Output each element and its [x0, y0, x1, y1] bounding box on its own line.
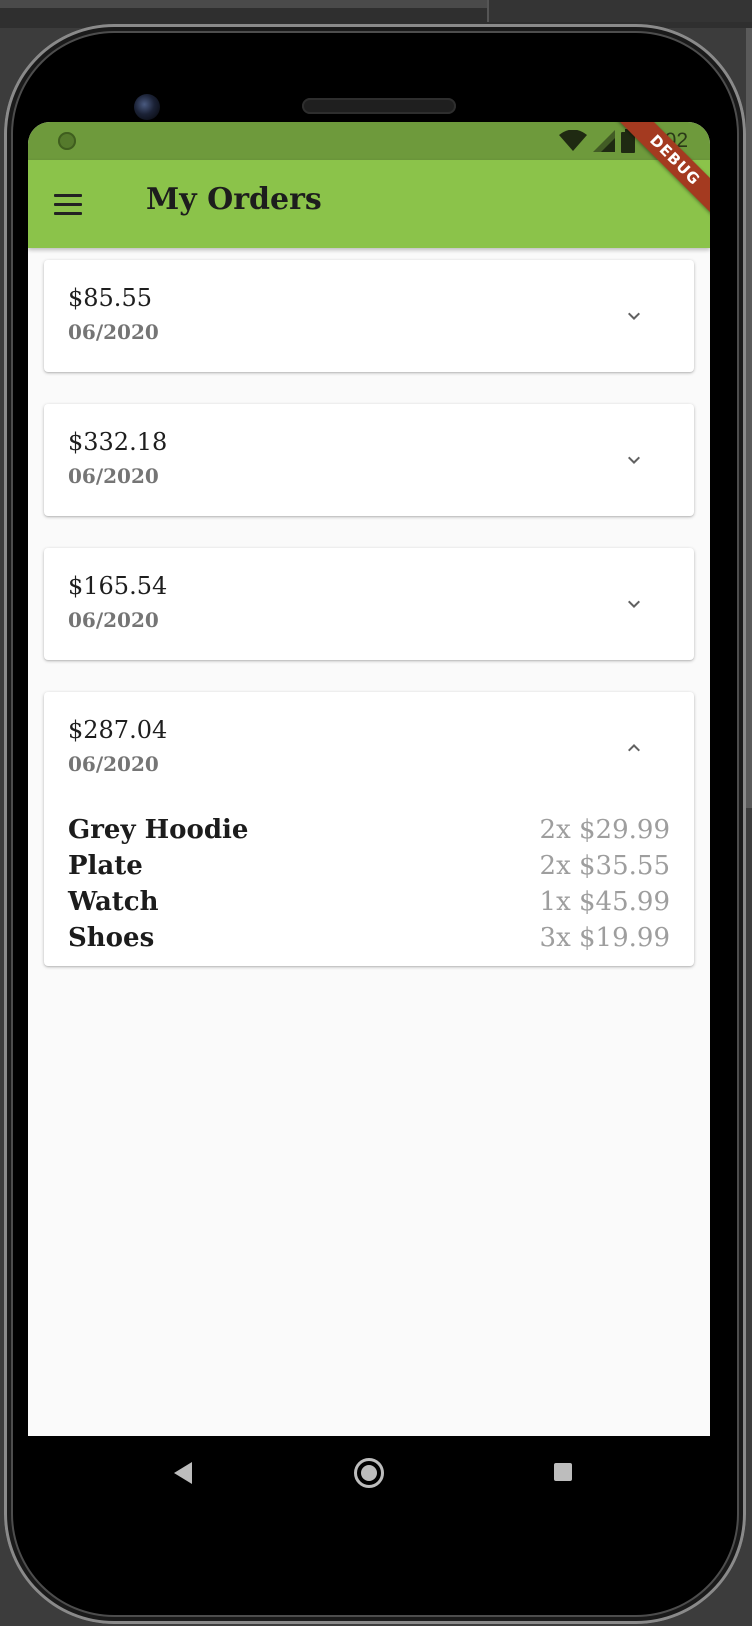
order-card: $332.18 06/2020 — [44, 404, 694, 516]
chevron-down-icon[interactable] — [622, 592, 646, 616]
recents-square-icon[interactable] — [554, 1463, 572, 1481]
order-header[interactable]: $287.04 06/2020 — [44, 692, 694, 804]
item-name: Grey Hoodie — [68, 815, 249, 845]
app-screen: 7:02 My Orders DEBUG $85.55 06/2020 $332… — [28, 122, 710, 1510]
order-date: 06/2020 — [68, 464, 159, 488]
order-date: 06/2020 — [68, 608, 159, 632]
earpiece-speaker — [302, 98, 456, 114]
cell-signal-icon — [593, 130, 616, 152]
back-triangle-icon[interactable] — [174, 1462, 192, 1484]
page-title: My Orders — [146, 182, 322, 217]
order-header[interactable]: $332.18 06/2020 — [44, 404, 694, 516]
status-bar: 7:02 — [28, 122, 710, 160]
order-card: $85.55 06/2020 — [44, 260, 694, 372]
orders-list: $85.55 06/2020 $332.18 06/2020 $165.54 0… — [44, 260, 694, 998]
order-items-list: Grey Hoodie 2x $29.99 Plate 2x $35.55 Wa… — [44, 804, 694, 966]
order-amount: $332.18 — [68, 428, 168, 456]
desktop-panel-right — [487, 0, 752, 22]
list-item: Watch 1x $45.99 — [68, 884, 670, 920]
order-date: 06/2020 — [68, 752, 159, 776]
chevron-up-icon[interactable] — [622, 736, 646, 760]
order-amount: $85.55 — [68, 284, 152, 312]
notification-dot-icon — [58, 132, 76, 150]
desktop-side-strip — [746, 28, 752, 808]
system-navigation-bar — [28, 1436, 710, 1510]
order-amount: $287.04 — [68, 716, 168, 744]
item-name: Watch — [68, 887, 159, 917]
item-quantity-price: 1x $45.99 — [539, 887, 670, 917]
chevron-down-icon[interactable] — [622, 304, 646, 328]
order-amount: $165.54 — [68, 572, 168, 600]
order-card: $165.54 06/2020 — [44, 548, 694, 660]
item-name: Plate — [68, 851, 143, 881]
list-item: Shoes 3x $19.99 — [68, 920, 670, 956]
list-item: Grey Hoodie 2x $29.99 — [68, 812, 670, 848]
home-circle-icon[interactable] — [354, 1458, 384, 1488]
desktop-panel-left — [0, 0, 487, 8]
order-date: 06/2020 — [68, 320, 159, 344]
order-header[interactable]: $165.54 06/2020 — [44, 548, 694, 660]
app-bar: My Orders — [28, 160, 710, 248]
chevron-down-icon[interactable] — [622, 448, 646, 472]
wifi-icon — [559, 130, 588, 151]
list-item: Plate 2x $35.55 — [68, 848, 670, 884]
order-header[interactable]: $85.55 06/2020 — [44, 260, 694, 372]
hamburger-menu-icon[interactable] — [50, 184, 90, 224]
item-quantity-price: 3x $19.99 — [539, 923, 670, 953]
item-quantity-price: 2x $35.55 — [539, 851, 670, 881]
item-name: Shoes — [68, 923, 155, 953]
item-quantity-price: 2x $29.99 — [539, 815, 670, 845]
order-card-expanded: $287.04 06/2020 Grey Hoodie 2x $29.99 Pl… — [44, 692, 694, 966]
front-camera — [134, 94, 160, 120]
